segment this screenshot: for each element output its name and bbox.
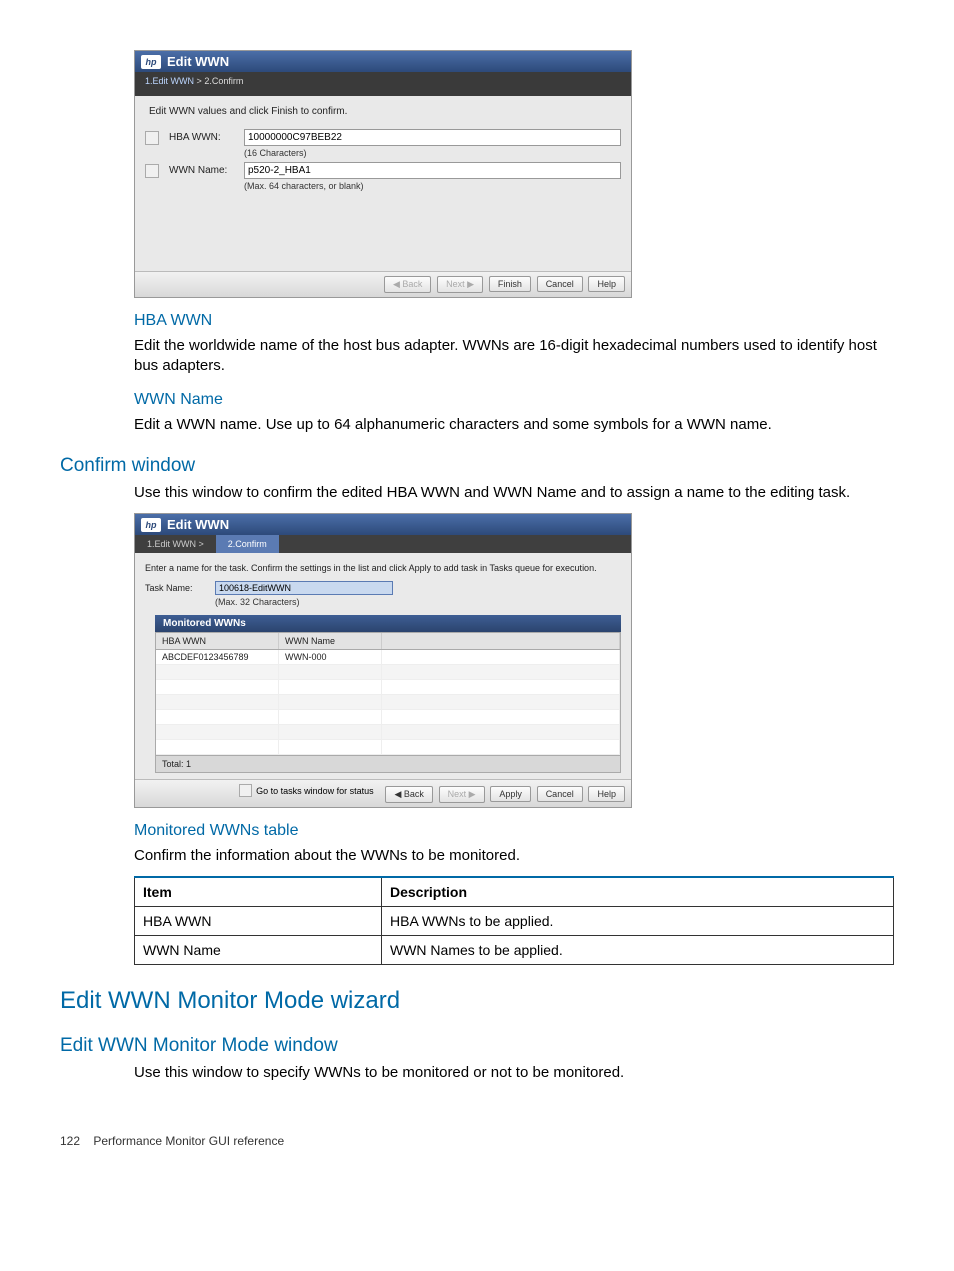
tab-edit-wwn[interactable]: 1.Edit WWN > (135, 535, 216, 553)
wwn-name-text: Edit a WWN name. Use up to 64 alphanumer… (134, 415, 894, 435)
edit-wwn-dialog: hp Edit WWN 1.Edit WWN > 2.Confirm Edit … (134, 50, 632, 298)
window-text: Use this window to specify WWNs to be mo… (134, 1063, 894, 1083)
grid-cell-wname: WWN-000 (279, 650, 382, 664)
def-r1c2: HBA WWNs to be applied. (382, 907, 894, 936)
page-number: 122 (60, 1134, 80, 1148)
step-1: 1.Edit WWN (145, 76, 194, 86)
hp-logo-icon: hp (141, 518, 161, 532)
next-button[interactable]: Next ▶ (437, 276, 483, 293)
dialog-button-bar: ◀ Back Next ▶ Finish Cancel Help (135, 271, 631, 297)
task-name-input[interactable] (215, 581, 393, 595)
finish-button[interactable]: Finish (489, 276, 531, 292)
help-button[interactable]: Help (588, 276, 625, 292)
wwn-name-hint: (Max. 64 characters, or blank) (244, 181, 621, 191)
back-button[interactable]: ◀ Back (384, 276, 431, 293)
definition-table: Item Description HBA WWN HBA WWNs to be … (134, 876, 894, 965)
hba-wwn-input[interactable] (244, 129, 621, 146)
wizard-tabs: 1.Edit WWN > 2.Confirm (135, 535, 631, 553)
wwn-name-checkbox[interactable] (145, 164, 159, 178)
wwn-name-label: WWN Name: (169, 162, 244, 176)
monitored-wwns-grid: HBA WWN WWN Name ABCDEF0123456789 WWN-00… (155, 632, 621, 773)
def-r1c1: HBA WWN (135, 907, 382, 936)
monitored-wwns-text: Confirm the information about the WWNs t… (134, 846, 894, 866)
monitored-wwns-heading: Monitored WWNs table (134, 822, 894, 840)
task-name-hint: (Max. 32 Characters) (215, 597, 393, 607)
grid-total: Total: 1 (156, 755, 620, 772)
wizard-heading: Edit WWN Monitor Mode wizard (60, 987, 894, 1015)
wwn-name-input[interactable] (244, 162, 621, 179)
cancel-button[interactable]: Cancel (537, 786, 583, 802)
apply-button[interactable]: Apply (490, 786, 531, 802)
cancel-button[interactable]: Cancel (537, 276, 583, 292)
hba-wwn-checkbox[interactable] (145, 131, 159, 145)
hba-wwn-hint: (16 Characters) (244, 148, 621, 158)
dialog-title: Edit WWN (167, 54, 229, 69)
def-th-item: Item (135, 877, 382, 907)
def-r2c1: WWN Name (135, 936, 382, 965)
confirm-dialog-titlebar: hp Edit WWN (135, 514, 631, 535)
dialog-titlebar: hp Edit WWN (135, 51, 631, 72)
go-tasks-checkbox[interactable] (239, 784, 252, 797)
hba-wwn-text: Edit the worldwide name of the host bus … (134, 336, 894, 377)
step-2: 2.Confirm (204, 76, 243, 86)
grid-col-hba: HBA WWN (156, 633, 279, 649)
grid-col-spacer (382, 633, 620, 649)
grid-col-wname: WWN Name (279, 633, 382, 649)
help-button[interactable]: Help (588, 786, 625, 802)
confirm-dialog-title: Edit WWN (167, 517, 229, 532)
task-name-label: Task Name: (145, 581, 215, 593)
def-th-desc: Description (382, 877, 894, 907)
confirm-window-text: Use this window to confirm the edited HB… (134, 483, 894, 503)
wizard-steps: 1.Edit WWN > 2.Confirm (135, 72, 631, 96)
confirm-button-bar: Go to tasks window for status ◀ Back Nex… (135, 779, 631, 807)
confirm-window-heading: Confirm window (60, 455, 894, 477)
window-heading: Edit WWN Monitor Mode window (60, 1035, 894, 1057)
go-tasks-option[interactable]: Go to tasks window for status (239, 784, 374, 797)
hba-wwn-heading: HBA WWN (134, 312, 894, 330)
wwn-name-heading: WWN Name (134, 391, 894, 409)
tab-confirm[interactable]: 2.Confirm (216, 535, 279, 553)
page-footer: 122 Performance Monitor GUI reference (60, 1134, 894, 1148)
dialog-instruction: Edit WWN values and click Finish to conf… (145, 102, 621, 125)
back-button[interactable]: ◀ Back (385, 786, 432, 803)
monitored-wwns-title: Monitored WWNs (155, 615, 621, 632)
next-button[interactable]: Next ▶ (439, 786, 485, 803)
go-tasks-label: Go to tasks window for status (256, 786, 374, 796)
step-separator: > (197, 76, 202, 86)
confirm-instruction: Enter a name for the task. Confirm the s… (145, 559, 621, 577)
grid-row[interactable]: ABCDEF0123456789 WWN-000 (156, 650, 620, 665)
grid-cell-hba: ABCDEF0123456789 (156, 650, 279, 664)
confirm-dialog: hp Edit WWN 1.Edit WWN > 2.Confirm Enter… (134, 513, 632, 808)
hba-wwn-label: HBA WWN: (169, 129, 244, 143)
def-r2c2: WWN Names to be applied. (382, 936, 894, 965)
hp-logo-icon: hp (141, 55, 161, 69)
footer-title: Performance Monitor GUI reference (93, 1134, 284, 1148)
